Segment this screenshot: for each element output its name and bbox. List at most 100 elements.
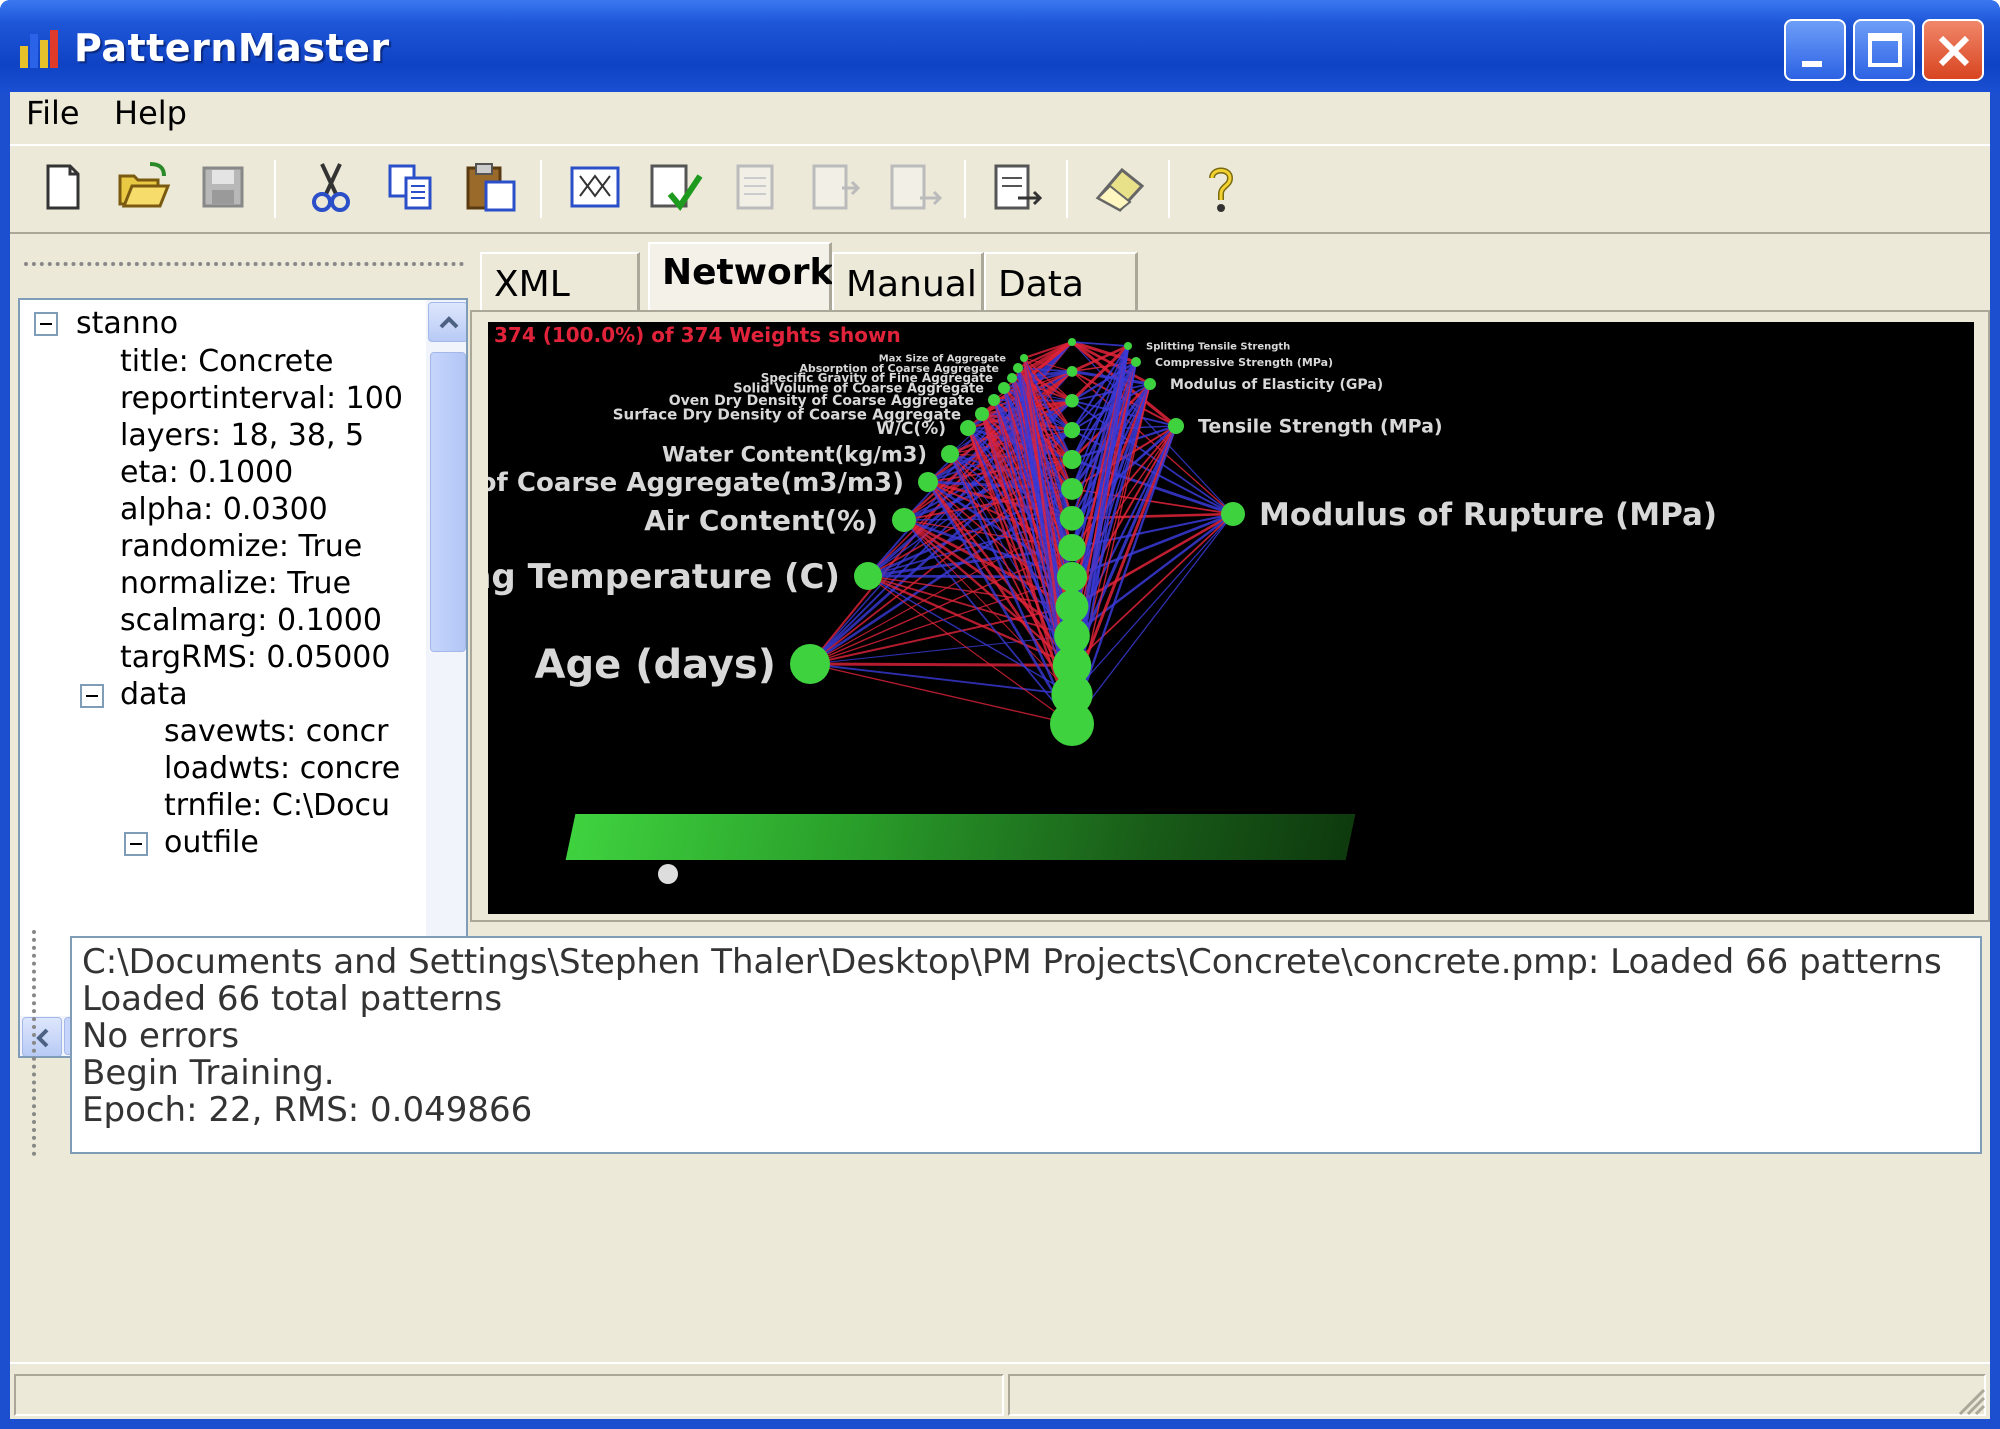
output-log[interactable]: C:\Documents and Settings\Stephen Thaler… — [70, 936, 1982, 1154]
check-button[interactable] — [646, 158, 704, 216]
help-button[interactable] — [1192, 158, 1250, 216]
input-node[interactable] — [1013, 363, 1023, 373]
input-node[interactable] — [1007, 373, 1017, 383]
save-button[interactable] — [194, 158, 252, 216]
network-visualization[interactable]: Age (days) ng Temperature (C) Air Content(… — [488, 322, 1974, 914]
toolbar-separator — [540, 160, 542, 218]
input-node[interactable] — [941, 445, 959, 463]
tree-item[interactable]: targRMS: 0.05000 — [120, 640, 390, 675]
input-label: ume of Coarse Aggregate(m3/m3) — [488, 468, 904, 498]
vertical-scrollbar[interactable] — [426, 300, 466, 1016]
eraser-button[interactable] — [1090, 158, 1148, 216]
hidden-node[interactable] — [1065, 394, 1079, 408]
input-node[interactable] — [1020, 354, 1028, 362]
tab-network[interactable]: Network — [648, 242, 833, 312]
resize-grip-icon[interactable] — [1954, 1384, 1986, 1416]
weight-edge — [809, 662, 1073, 667]
collapse-icon[interactable] — [34, 312, 58, 336]
hidden-node[interactable] — [1062, 450, 1082, 470]
input-node[interactable] — [918, 472, 938, 492]
tree-item[interactable]: loadwts: concre — [164, 751, 400, 786]
cut-button[interactable] — [302, 158, 360, 216]
hidden-node[interactable] — [1068, 338, 1076, 346]
doc-arrow-disabled-icon — [812, 164, 861, 210]
menu-file[interactable]: File — [18, 94, 88, 132]
tree-item[interactable]: title: Concrete — [120, 344, 333, 379]
minimize-button[interactable] — [1784, 19, 1846, 81]
hidden-node[interactable] — [1061, 478, 1083, 500]
doc-forward-button-disabled[interactable] — [886, 158, 944, 216]
output-node[interactable] — [1144, 378, 1156, 390]
maximize-icon — [1868, 33, 1902, 67]
input-label: ng Temperature (C) — [488, 557, 840, 597]
toolbar-separator — [1168, 160, 1170, 218]
tree-item[interactable]: savewts: concr — [164, 714, 389, 749]
tree-item[interactable]: randomize: True — [120, 529, 362, 564]
tab-manual[interactable]: Manual — [832, 252, 984, 310]
maximize-button[interactable] — [1853, 19, 1915, 81]
scroll-left-button[interactable] — [22, 1017, 62, 1056]
copy-icon — [388, 164, 432, 210]
open-folder-icon — [118, 162, 171, 208]
log-line: C:\Documents and Settings\Stephen Thaler… — [82, 942, 1942, 982]
collapse-icon[interactable] — [80, 684, 104, 708]
app-icon — [20, 30, 58, 68]
input-label: Air Content(%) — [644, 504, 878, 537]
doc-arrow-button-disabled[interactable] — [806, 158, 864, 216]
client-area: File Help stanno title: Concrete reporti… — [10, 92, 1990, 1419]
collapse-icon[interactable] — [124, 832, 148, 856]
menu-help[interactable]: Help — [106, 94, 195, 132]
input-label: Age (days) — [535, 642, 776, 688]
tree-item[interactable]: reportinterval: 100 — [120, 381, 403, 416]
output-node[interactable] — [1168, 418, 1184, 434]
input-node[interactable] — [854, 562, 882, 590]
tree-root[interactable]: stanno — [76, 306, 178, 341]
hidden-node[interactable] — [1056, 562, 1088, 593]
output-node[interactable] — [1124, 342, 1132, 350]
close-button[interactable] — [1922, 19, 1984, 81]
weight-edge — [809, 663, 1073, 725]
hidden-node[interactable] — [1058, 534, 1086, 562]
hidden-node[interactable] — [1059, 506, 1085, 531]
log-line: Loaded 66 total patterns — [82, 979, 503, 1019]
input-node[interactable] — [988, 394, 1000, 406]
doc-button-disabled[interactable] — [726, 158, 784, 216]
scroll-up-button[interactable] — [428, 302, 466, 342]
paste-button[interactable] — [462, 158, 520, 216]
tree-item[interactable]: eta: 0.1000 — [120, 455, 293, 490]
export-button[interactable] — [988, 158, 1046, 216]
hidden-node[interactable] — [1066, 366, 1078, 377]
title-bar[interactable]: PatternMaster — [0, 0, 2000, 92]
hidden-node[interactable] — [1063, 422, 1081, 439]
output-node[interactable] — [1131, 357, 1141, 367]
tree-item[interactable]: alpha: 0.0300 — [120, 492, 328, 527]
output-node[interactable] — [1221, 502, 1245, 526]
input-node[interactable] — [998, 382, 1010, 394]
tab-data[interactable]: Data — [984, 252, 1138, 310]
input-node[interactable] — [960, 420, 976, 436]
panel-grip[interactable] — [24, 262, 464, 266]
toolbar — [10, 144, 1990, 234]
hidden-node[interactable] — [1055, 590, 1089, 623]
tree-item[interactable]: scalmarg: 0.1000 — [120, 603, 382, 638]
tree-item[interactable]: normalize: True — [120, 566, 351, 601]
log-line: No errors — [82, 1016, 240, 1056]
open-button[interactable] — [114, 158, 172, 216]
copy-button[interactable] — [382, 158, 440, 216]
network-button[interactable] — [566, 158, 624, 216]
tree-outfile-node[interactable]: outfile — [164, 825, 259, 860]
toolbar-separator — [274, 160, 276, 218]
tree-item[interactable]: trnfile: C:\Docu — [164, 788, 390, 823]
input-node[interactable] — [790, 644, 830, 684]
new-file-button[interactable] — [34, 158, 92, 216]
tab-xml[interactable]: XML — [480, 252, 640, 310]
hidden-node[interactable] — [1050, 702, 1094, 746]
scroll-thumb[interactable] — [430, 352, 466, 652]
log-grip[interactable] — [32, 930, 36, 1156]
input-node[interactable] — [892, 508, 916, 532]
tree-item[interactable]: layers: 18, 38, 5 — [120, 418, 364, 453]
input-node[interactable] — [975, 407, 989, 421]
output-label: Tensile Strength (MPa) — [1198, 416, 1443, 438]
tree-data-node[interactable]: data — [120, 677, 188, 712]
check-icon — [650, 164, 703, 212]
